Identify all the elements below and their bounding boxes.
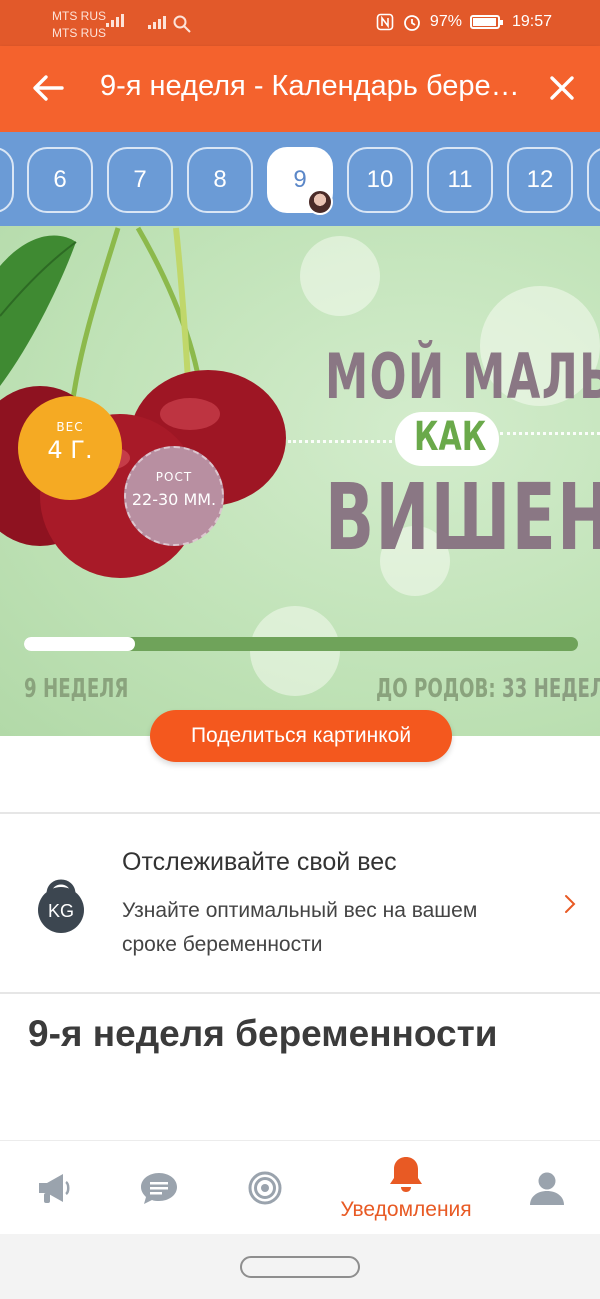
height-badge: РОСТ 22-30 ММ. xyxy=(124,446,224,546)
remaining-caption: ДО РОДОВ: 33 НЕДЕЛИ xyxy=(376,674,600,704)
signal-icon xyxy=(106,14,124,27)
dotted-line xyxy=(500,432,600,435)
week-tab-5[interactable] xyxy=(0,147,14,213)
week-tab[interactable]: 12 xyxy=(507,147,573,213)
status-right: 97% 19:57 xyxy=(376,12,552,32)
hero-line2: КАК xyxy=(414,414,487,460)
nav-notifications[interactable]: Уведомления xyxy=(326,1141,486,1235)
pregnancy-progress-bar xyxy=(24,637,578,651)
week-tab[interactable]: 11 xyxy=(427,147,493,213)
system-navigation-bar xyxy=(0,1234,600,1299)
nav-profile[interactable] xyxy=(512,1141,582,1235)
chat-icon xyxy=(141,1173,177,1204)
height-value: 22-30 ММ. xyxy=(131,490,217,509)
target-icon xyxy=(248,1171,282,1205)
chevron-right-icon[interactable] xyxy=(562,892,578,916)
bokeh-light xyxy=(300,236,380,316)
remaining-label: ДО РОДОВ: xyxy=(376,674,496,704)
profile-icon xyxy=(530,1172,564,1205)
page-title: 9-я неделя - Календарь беременности xyxy=(100,70,530,102)
hero-line3: ВИШЕНКА xyxy=(325,464,600,571)
bell-icon xyxy=(390,1157,422,1192)
screen: MTS RUS MTS RUS 97% 19:57 9-я неделя - К… xyxy=(0,0,600,1299)
remaining-value: 33 НЕДЕЛИ xyxy=(502,674,600,704)
battery-percent: 97% xyxy=(429,13,462,30)
kettlebell-icon: KG xyxy=(38,879,84,933)
week-tab-selected[interactable]: 9 xyxy=(267,147,333,215)
clock: 19:57 xyxy=(511,13,552,30)
nfc-icon xyxy=(376,13,394,31)
bottom-navigation: Уведомления xyxy=(0,1140,600,1234)
home-gesture-pill[interactable] xyxy=(240,1256,360,1278)
dotted-line xyxy=(288,440,392,443)
alarm-icon xyxy=(404,15,420,31)
share-picture-button[interactable]: Поделиться картинкой xyxy=(150,710,452,762)
weight-value: 4 Г. xyxy=(47,436,93,464)
search-icon xyxy=(173,15,191,33)
week-tab[interactable]: 7 xyxy=(107,147,173,213)
height-label: РОСТ xyxy=(155,470,193,484)
week-tab[interactable]: 8 xyxy=(187,147,253,213)
close-icon[interactable] xyxy=(544,70,580,106)
nav-notifications-label: Уведомления xyxy=(340,1198,472,1221)
carrier-1: MTS RUS xyxy=(52,9,106,23)
carrier-2: MTS RUS xyxy=(52,26,106,40)
signal-icon xyxy=(148,16,166,29)
weight-label: ВЕС xyxy=(56,420,84,434)
week-selector: 6 7 8 9 10 11 12 xyxy=(0,132,600,226)
kg-text: KG xyxy=(48,901,74,921)
hero-line1: МОЙ МАЛЫШ xyxy=(325,340,600,413)
week-label: 9 НЕДЕЛЯ xyxy=(24,674,129,704)
week-illustration: МОЙ МАЛЫШ КАК ВИШЕНКА ВЕС 4 Г. РОСТ 22-3… xyxy=(0,226,600,736)
app-bar: 9-я неделя - Календарь беременности xyxy=(0,46,600,132)
nav-news[interactable] xyxy=(20,1141,90,1235)
arrow-left-icon[interactable] xyxy=(28,68,68,108)
weight-card-title: Отслеживайте свой вес xyxy=(122,848,397,876)
week-tab-label: 9 xyxy=(293,166,307,193)
status-bar: MTS RUS MTS RUS 97% 19:57 xyxy=(0,0,600,46)
bokeh-light xyxy=(250,606,340,696)
avatar xyxy=(307,189,333,215)
week-tab-13[interactable] xyxy=(587,147,600,213)
weight-card-subtitle: Узнайте оптимальный вес на вашем сроке б… xyxy=(122,899,478,956)
week-tab[interactable]: 10 xyxy=(347,147,413,213)
week-tab[interactable]: 6 xyxy=(27,147,93,213)
nav-goals[interactable] xyxy=(230,1141,300,1235)
progress-fill xyxy=(24,637,135,651)
week-heading: 9-я неделя беременности xyxy=(28,1013,498,1054)
nav-chat[interactable] xyxy=(124,1141,194,1235)
divider xyxy=(0,992,600,994)
battery-icon xyxy=(469,15,503,29)
weight-badge: ВЕС 4 Г. xyxy=(18,396,122,500)
megaphone-icon xyxy=(39,1174,70,1203)
